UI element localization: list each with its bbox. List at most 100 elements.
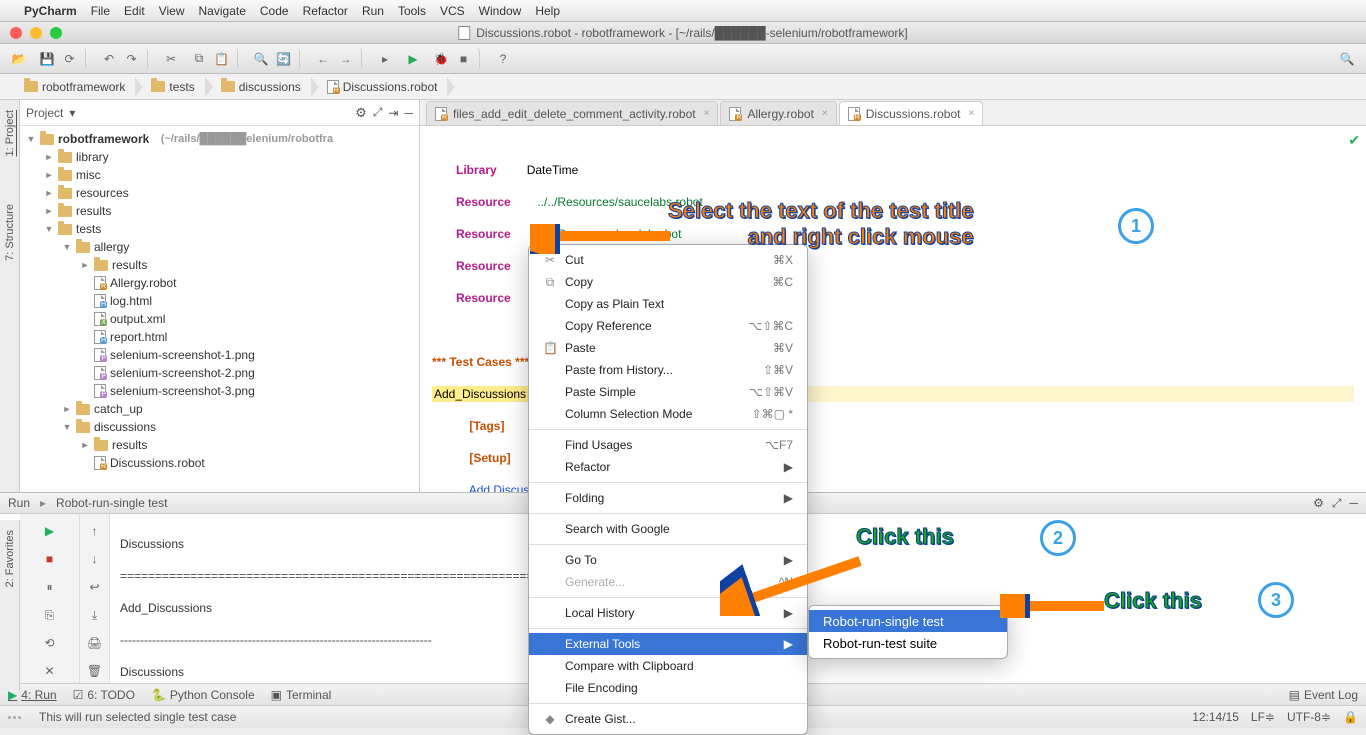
ctx-column-selection-mode[interactable]: Column Selection Mode⇧⌘▢ *: [529, 403, 807, 425]
ctx-find-usages[interactable]: Find Usages⌥F7: [529, 434, 807, 456]
close-window-icon[interactable]: [10, 27, 22, 39]
tree-node[interactable]: Allergy.robot: [20, 274, 419, 292]
close-tab-icon[interactable]: ×: [704, 108, 710, 119]
editor-tab-allergy[interactable]: Allergy.robot×: [720, 101, 836, 125]
tree-node[interactable]: log.html: [20, 292, 419, 310]
tab-structure[interactable]: 7: Structure: [4, 200, 16, 265]
ctx-folding[interactable]: Folding▶: [529, 487, 807, 509]
pause-icon[interactable]: ⏸: [37, 576, 63, 598]
app-menu[interactable]: PyCharm: [24, 4, 77, 18]
selected-test-name[interactable]: Add_Discussions: [432, 386, 528, 402]
rerun-icon[interactable]: ▶: [37, 520, 63, 542]
tree-node[interactable]: ▼tests: [20, 220, 419, 238]
project-settings-icon[interactable]: ⚙: [355, 105, 367, 121]
lock-icon[interactable]: 🔒: [1343, 710, 1358, 724]
up-stack-icon[interactable]: ↑: [82, 520, 108, 542]
tree-node[interactable]: selenium-screenshot-3.png: [20, 382, 419, 400]
mac-menubar[interactable]: PyCharm File Edit View Navigate Code Ref…: [0, 0, 1366, 22]
ctx-refactor[interactable]: Refactor▶: [529, 456, 807, 478]
tree-node[interactable]: Discussions.robot: [20, 454, 419, 472]
menu-view[interactable]: View: [159, 4, 185, 18]
run-hide-icon[interactable]: ─: [1349, 496, 1358, 511]
close-tab-icon[interactable]: ×: [968, 108, 974, 119]
clear-icon[interactable]: 🗑: [82, 660, 108, 682]
redo-icon[interactable]: ↷: [126, 48, 148, 70]
run-config-name[interactable]: Robot-run-single test: [56, 496, 167, 510]
print-icon[interactable]: 🖨: [82, 632, 108, 654]
ctx-create-gist-[interactable]: ◆Create Gist...: [529, 708, 807, 730]
paste-icon[interactable]: 📋: [216, 48, 238, 70]
ctx-external-tools[interactable]: External Tools▶: [529, 633, 807, 655]
run-settings-icon[interactable]: ⚙: [1313, 496, 1324, 511]
crumb-discussions[interactable]: discussions: [205, 74, 311, 99]
open-file-icon[interactable]: 📂: [8, 48, 30, 70]
ctx-generate-[interactable]: Generate...^N: [529, 571, 807, 593]
tree-node[interactable]: ►results: [20, 202, 419, 220]
tree-node[interactable]: ▼allergy: [20, 238, 419, 256]
menu-refactor[interactable]: Refactor: [303, 4, 348, 18]
hide-icon[interactable]: ─: [404, 106, 413, 120]
menu-help[interactable]: Help: [535, 4, 560, 18]
line-separator[interactable]: LF≑: [1251, 710, 1275, 724]
ctx-paste[interactable]: 📋Paste⌘V: [529, 337, 807, 359]
sync-icon[interactable]: ⟳: [64, 48, 86, 70]
stop-run-icon[interactable]: ■: [37, 548, 63, 570]
close-tab-icon[interactable]: ×: [822, 108, 828, 119]
scroll-end-icon[interactable]: ⤓: [82, 604, 108, 626]
scroll-from-source-icon[interactable]: ⤢: [373, 105, 383, 120]
tab-todo[interactable]: ☑6: TODO: [73, 688, 135, 702]
back-icon[interactable]: ←: [312, 48, 334, 70]
ctx-cut[interactable]: ✂Cut⌘X: [529, 249, 807, 271]
down-stack-icon[interactable]: ↓: [82, 548, 108, 570]
tab-event-log[interactable]: ▤Event Log: [1289, 688, 1358, 702]
stop-icon[interactable]: ■: [458, 48, 480, 70]
cut-icon[interactable]: ✂: [160, 48, 182, 70]
run-icon[interactable]: ▶: [402, 48, 424, 70]
ctx-paste-from-history-[interactable]: Paste from History...⇧⌘V: [529, 359, 807, 381]
menu-window[interactable]: Window: [479, 4, 522, 18]
tab-favorites[interactable]: 2: Favorites: [4, 526, 16, 591]
minimize-window-icon[interactable]: [30, 27, 42, 39]
menu-run[interactable]: Run: [362, 4, 384, 18]
editor-tab-files[interactable]: files_add_edit_delete_comment_activity.r…: [426, 101, 718, 125]
find-icon[interactable]: 🔍: [250, 48, 272, 70]
crumb-file[interactable]: Discussions.robot: [311, 74, 448, 99]
menu-navigate[interactable]: Navigate: [199, 4, 246, 18]
tab-terminal[interactable]: ▣Terminal: [271, 688, 332, 702]
undo-icon[interactable]: ↶: [98, 48, 120, 70]
menu-code[interactable]: Code: [260, 4, 289, 18]
close-run-icon[interactable]: ✕: [37, 660, 63, 682]
help-icon[interactable]: ?: [492, 48, 514, 70]
zoom-window-icon[interactable]: [50, 27, 62, 39]
search-everywhere-icon[interactable]: 🔍: [1336, 48, 1358, 70]
ctx-copy-reference[interactable]: Copy Reference⌥⇧⌘C: [529, 315, 807, 337]
build-icon[interactable]: ▸: [374, 48, 396, 70]
menu-vcs[interactable]: VCS: [440, 4, 465, 18]
restore-layout-icon[interactable]: ⟲: [37, 632, 63, 654]
collapse-all-icon[interactable]: ⇥: [388, 106, 398, 120]
crumb-tests[interactable]: tests: [135, 74, 204, 99]
tree-node[interactable]: selenium-screenshot-1.png: [20, 346, 419, 364]
run-pin-icon[interactable]: ⤢: [1332, 496, 1342, 511]
tree-node[interactable]: ►misc: [20, 166, 419, 184]
ctx-go-to[interactable]: Go To▶: [529, 549, 807, 571]
tree-node[interactable]: ►library: [20, 148, 419, 166]
copy-icon[interactable]: ⧉: [188, 48, 210, 70]
ctx-file-encoding[interactable]: File Encoding: [529, 677, 807, 699]
ctx-copy[interactable]: ⧉Copy⌘C: [529, 271, 807, 293]
editor-tab-discussions[interactable]: Discussions.robot×: [839, 101, 984, 125]
ctx-copy-as-plain-text[interactable]: Copy as Plain Text: [529, 293, 807, 315]
save-all-icon[interactable]: 💾: [36, 48, 58, 70]
tree-node[interactable]: output.xml: [20, 310, 419, 328]
soft-wrap-icon[interactable]: ↩: [82, 576, 108, 598]
ctx-local-history[interactable]: Local History▶: [529, 602, 807, 624]
ctx-search-with-google[interactable]: Search with Google: [529, 518, 807, 540]
tree-node[interactable]: ►results: [20, 256, 419, 274]
forward-icon[interactable]: →: [340, 48, 362, 70]
submenu-robot-run-single-test[interactable]: Robot-run-single test: [809, 610, 1007, 632]
crumb-root[interactable]: robotframework: [8, 74, 135, 99]
submenu-robot-run-test-suite[interactable]: Robot-run-test suite: [809, 632, 1007, 654]
ctx-compare-with-clipboard[interactable]: Compare with Clipboard: [529, 655, 807, 677]
file-encoding[interactable]: UTF-8≑: [1287, 710, 1331, 724]
tree-node[interactable]: selenium-screenshot-2.png: [20, 364, 419, 382]
